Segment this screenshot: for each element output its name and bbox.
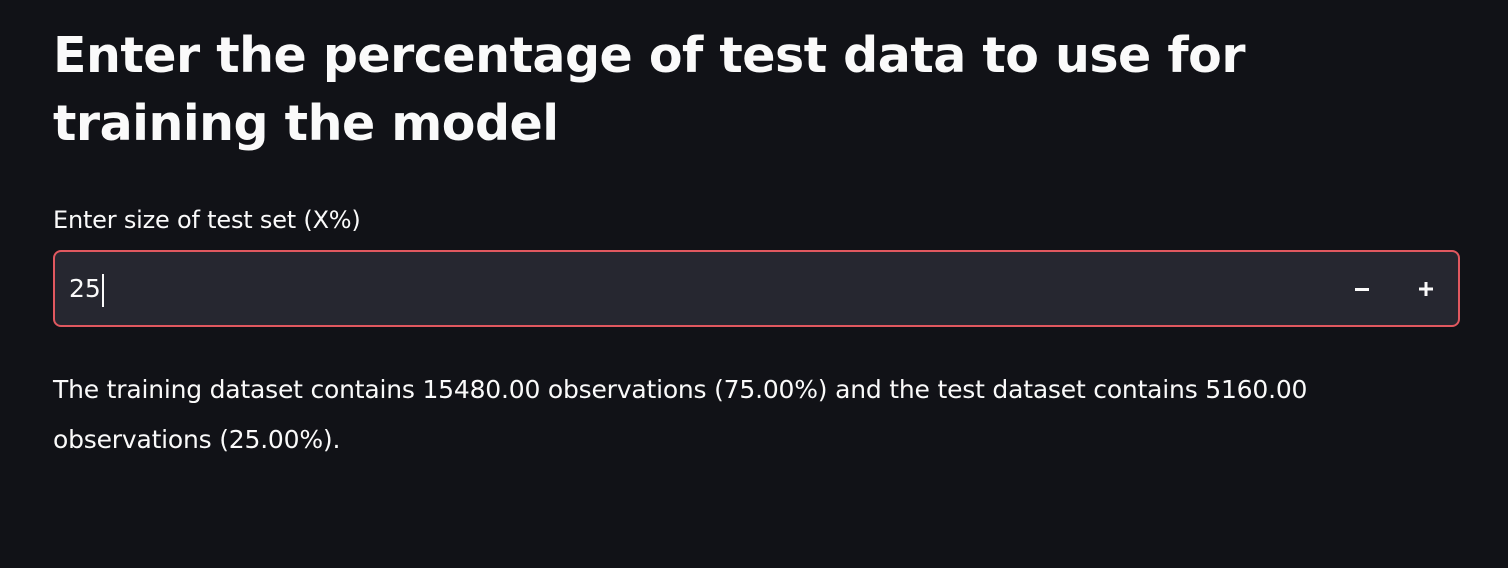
- decrement-button[interactable]: [1330, 252, 1394, 325]
- minus-icon: [1355, 287, 1369, 291]
- page-title: Enter the percentage of test data to use…: [53, 27, 1246, 152]
- test-size-field[interactable]: [55, 252, 1330, 325]
- test-size-number-input: [53, 250, 1460, 327]
- test-size-label: Enter size of test set (X%): [53, 206, 361, 234]
- split-summary-text: The training dataset contains 15480.00 o…: [53, 375, 1308, 454]
- plus-icon: [1419, 281, 1433, 296]
- text-cursor: [102, 274, 104, 307]
- main-content: Enter the percentage of test data to use…: [53, 0, 1460, 465]
- increment-button[interactable]: [1394, 252, 1458, 325]
